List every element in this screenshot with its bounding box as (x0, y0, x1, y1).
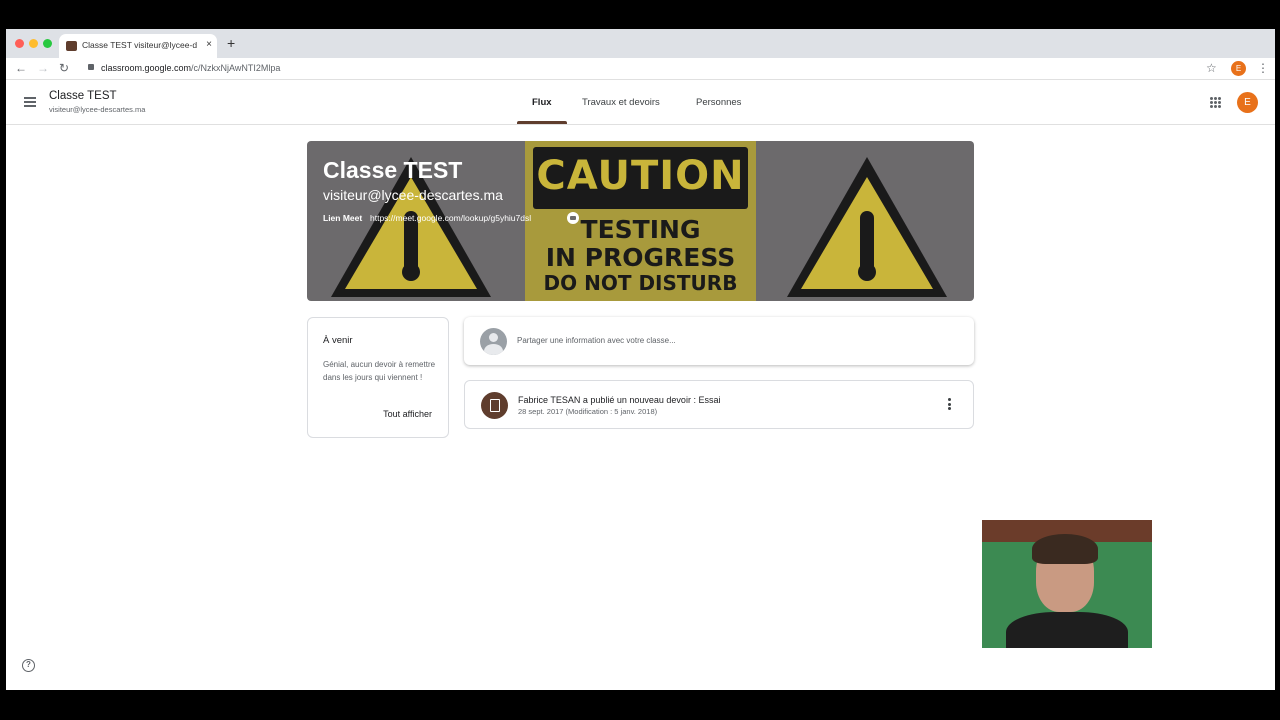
classroom-favicon-icon (66, 41, 77, 51)
banner-subtitle: visiteur@lycee-descartes.ma (323, 187, 503, 203)
browser-menu-icon[interactable]: ⋮ (1257, 61, 1269, 75)
reload-icon[interactable]: ↻ (59, 61, 69, 75)
tab-strip: Classe TEST visiteur@lycee-des × + (6, 29, 1275, 58)
exclamation-dot (858, 263, 876, 281)
lock-icon (88, 64, 94, 70)
class-banner: CAUTION TESTING IN PROGRESS DO NOT DISTU… (307, 141, 974, 301)
webcam-person-hair (1032, 534, 1098, 564)
tab-personnes[interactable]: Personnes (696, 97, 741, 108)
stream-post[interactable]: Fabrice TESAN a publié un nouveau devoir… (464, 380, 974, 429)
view-all-link[interactable]: Tout afficher (383, 409, 432, 419)
post-title: Fabrice TESAN a publié un nouveau devoir… (518, 395, 721, 405)
account-avatar[interactable]: E (1237, 92, 1258, 113)
webcam-overlay (982, 520, 1152, 648)
maximize-window-button[interactable] (43, 39, 52, 48)
meet-label: Lien Meet (323, 213, 363, 223)
class-subtitle: visiteur@lycee-descartes.ma (49, 105, 146, 114)
exclamation-mark (860, 211, 874, 271)
google-apps-icon[interactable] (1210, 97, 1221, 108)
close-tab-icon[interactable]: × (206, 39, 212, 50)
browser-toolbar: ← → ↻ classroom.google.com/c/NzkxNjAwNTI… (6, 58, 1275, 80)
user-avatar-icon (480, 328, 507, 355)
upcoming-text: Génial, aucun devoir à remettre dans les… (323, 360, 436, 382)
exclamation-dot (402, 263, 420, 281)
caution-text: CAUTION (536, 153, 745, 199)
banner-title: Classe TEST (323, 157, 463, 183)
close-window-button[interactable] (15, 39, 24, 48)
meet-video-icon[interactable] (567, 212, 579, 224)
url-path: /c/NzkxNjAwNTI2Mlpa (191, 63, 281, 73)
hamburger-menu-icon[interactable] (24, 97, 36, 107)
bookmark-star-icon[interactable]: ☆ (1206, 61, 1217, 75)
assignment-icon (481, 392, 508, 419)
tab-title: Classe TEST visiteur@lycee-des (82, 40, 197, 50)
new-tab-icon[interactable]: + (227, 35, 235, 51)
sign-line-3: DO NOT DISTURB (543, 271, 738, 295)
upcoming-title: À venir (323, 335, 353, 346)
address-bar[interactable]: classroom.google.com/c/NzkxNjAwNTI2Mlpa (101, 63, 280, 73)
share-placeholder: Partager une information avec votre clas… (517, 336, 676, 345)
post-more-options-icon[interactable] (948, 398, 951, 412)
browser-profile-avatar[interactable]: E (1231, 61, 1246, 76)
class-title[interactable]: Classe TEST (49, 90, 117, 102)
upcoming-card: À venir Génial, aucun devoir à remettre … (307, 317, 449, 438)
help-icon[interactable]: ? (22, 659, 35, 672)
webcam-person-body (1006, 612, 1128, 648)
url-host: classroom.google.com (101, 63, 192, 73)
post-date: 28 sept. 2017 (Modification : 5 janv. 20… (518, 407, 658, 416)
sign-line-1: TESTING (580, 215, 701, 244)
meet-link[interactable]: https://meet.google.com/lookup/g5yhiu7ds… (370, 213, 531, 223)
classroom-header: Classe TEST visiteur@lycee-descartes.ma … (6, 80, 1275, 125)
minimize-window-button[interactable] (29, 39, 38, 48)
browser-tab[interactable]: Classe TEST visiteur@lycee-des × (59, 34, 217, 58)
share-announcement-box[interactable]: Partager une information avec votre clas… (464, 317, 974, 365)
active-tab-indicator (517, 121, 567, 124)
tab-flux[interactable]: Flux (532, 97, 552, 108)
tab-travaux-et-devoirs[interactable]: Travaux et devoirs (582, 97, 660, 108)
caution-header: CAUTION (533, 147, 748, 209)
caution-sign-image: CAUTION TESTING IN PROGRESS DO NOT DISTU… (525, 141, 756, 301)
forward-arrow-icon[interactable]: → (37, 61, 49, 75)
sign-line-2: IN PROGRESS (545, 243, 736, 272)
back-arrow-icon[interactable]: ← (15, 61, 27, 75)
